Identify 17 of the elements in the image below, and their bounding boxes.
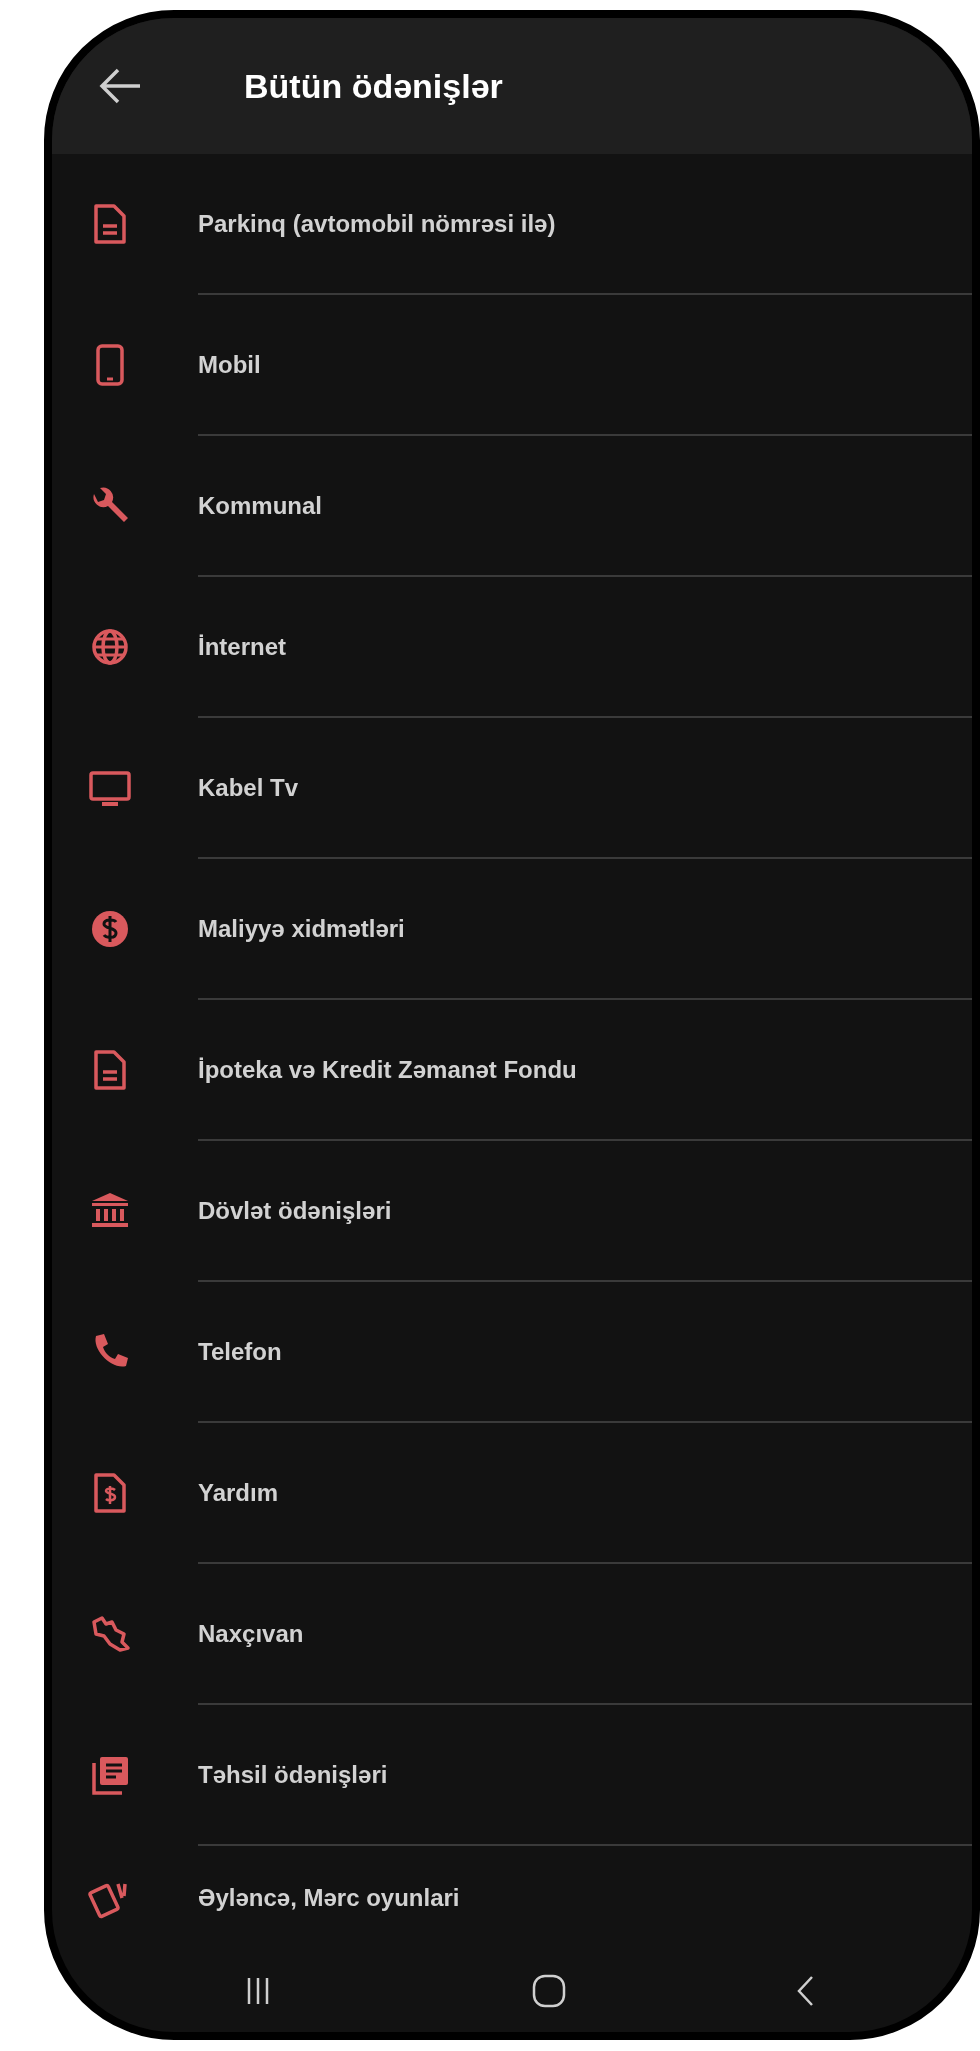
payment-category-item[interactable]: Kommunal: [52, 436, 972, 577]
payment-category-item[interactable]: İnternet: [52, 577, 972, 718]
payment-category-item[interactable]: Yardım: [52, 1423, 972, 1564]
recent-apps-icon[interactable]: [246, 1977, 270, 2005]
payment-category-item[interactable]: İpoteka və Kredit Zəmanət Fondu: [52, 1000, 972, 1141]
home-icon[interactable]: [532, 1974, 566, 2008]
payment-category-item[interactable]: Dövlət ödənişləri: [52, 1141, 972, 1282]
payment-category-item[interactable]: Təhsil ödənişləri: [52, 1705, 972, 1846]
screen-title: Bütün ödənişlər: [244, 66, 503, 106]
payment-category-item[interactable]: Mobil: [52, 295, 972, 436]
payment-category-item[interactable]: Əyləncə, Mərc oyunlari: [52, 1846, 972, 1951]
payment-category-item[interactable]: Parkinq (avtomobil nömrəsi ilə): [52, 154, 972, 295]
payment-category-item[interactable]: Telefon: [52, 1282, 972, 1423]
payment-category-item[interactable]: Maliyyə xidmətləri: [52, 859, 972, 1000]
back-icon[interactable]: [796, 1975, 814, 2007]
payment-category-item[interactable]: Naxçıvan: [52, 1564, 972, 1705]
payment-category-item[interactable]: Kabel Tv: [52, 718, 972, 859]
